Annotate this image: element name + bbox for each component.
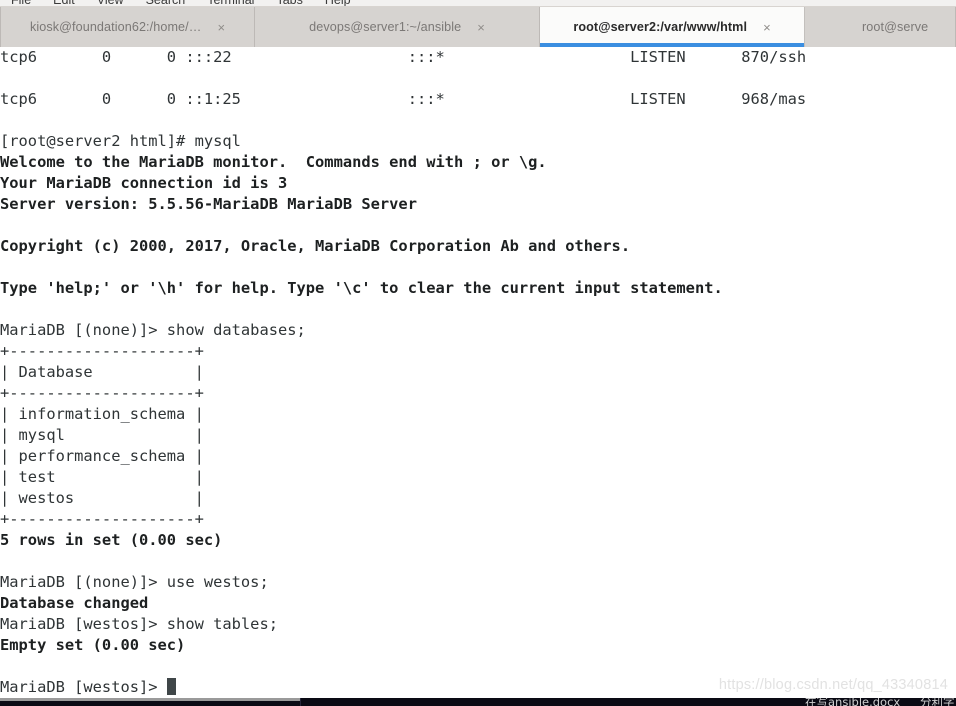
terminal-line: 5 rows in set (0.00 sec) xyxy=(0,531,223,549)
terminal-line: | Database | xyxy=(0,363,204,381)
tab-label: root@server2:/var/www/html xyxy=(573,20,748,34)
terminal-line: MariaDB [(none)]> show databases; xyxy=(0,321,306,339)
terminal-cursor xyxy=(166,678,177,695)
menu-item-terminal[interactable]: Terminal xyxy=(196,0,265,6)
terminal-line: Copyright (c) 2000, 2017, Oracle, MariaD… xyxy=(0,237,631,255)
terminal-line: | westos | xyxy=(0,489,204,507)
terminal-line: +--------------------+ xyxy=(0,342,204,360)
terminal-tab-kiosk-foundation62[interactable]: kiosk@foundation62:/home/… × xyxy=(0,7,255,47)
menu-item-view[interactable]: View xyxy=(86,0,135,6)
watermark-text: https://blog.csdn.net/qq_43340814 xyxy=(718,677,948,693)
menu-item-tabs[interactable]: Tabs xyxy=(265,0,313,6)
terminal-line: +--------------------+ xyxy=(0,384,204,402)
menu-item-edit[interactable]: Edit xyxy=(42,0,86,6)
terminal-line: tcp6 0 0 :::22 :::* LISTEN 870/ssh xyxy=(0,48,807,66)
desktop-taskbar: 在写ansible.docx 分利字 xyxy=(0,698,956,706)
menu-bar-items: File Edit View Search Terminal Tabs Help xyxy=(0,0,362,6)
tab-close-icon[interactable]: × xyxy=(217,21,225,34)
menu-item-file[interactable]: File xyxy=(0,0,42,6)
terminal-line: tcp6 0 0 ::1:25 :::* LISTEN 968/mas xyxy=(0,90,807,108)
terminal-line: Server version: 5.5.56-MariaDB MariaDB S… xyxy=(0,195,417,213)
terminal-tab-root-server-overflow[interactable]: root@serve xyxy=(805,7,956,47)
terminal-line: Your MariaDB connection id is 3 xyxy=(0,174,288,192)
taskbar-item-document[interactable]: 在写ansible.docx xyxy=(805,698,900,706)
terminal-tab-devops-server1[interactable]: devops@server1:~/ansible × xyxy=(255,7,540,47)
menu-item-help[interactable]: Help xyxy=(314,0,362,6)
terminal-screen[interactable]: tcp6 0 0 :::22 :::* LISTEN 870/sshtcp6 0… xyxy=(0,47,956,698)
terminal-line: +--------------------+ xyxy=(0,510,204,528)
terminal-line: MariaDB [westos]> show tables; xyxy=(0,615,278,633)
menu-bar: File Edit View Search Terminal Tabs Help xyxy=(0,0,956,7)
terminal-tab-root-server2-html[interactable]: root@server2:/var/www/html × xyxy=(540,7,805,47)
tab-bar: kiosk@foundation62:/home/… × devops@serv… xyxy=(0,7,956,47)
terminal-line: Empty set (0.00 sec) xyxy=(0,636,186,654)
terminal-line: | information_schema | xyxy=(0,405,204,423)
tab-label: root@serve xyxy=(862,20,929,34)
menu-item-search[interactable]: Search xyxy=(135,0,197,6)
terminal-line: | performance_schema | xyxy=(0,447,204,465)
terminal-line: Welcome to the MariaDB monitor. Commands… xyxy=(0,153,547,171)
terminal-line: | test | xyxy=(0,468,204,486)
terminal-line: Database changed xyxy=(0,594,149,612)
tab-close-icon[interactable]: × xyxy=(477,21,485,34)
terminal-line: MariaDB [(none)]> use westos; xyxy=(0,573,269,591)
terminal-line: Type 'help;' or '\h' for help. Type '\c'… xyxy=(0,279,723,297)
tab-label: kiosk@foundation62:/home/… xyxy=(29,20,202,34)
terminal-line: [root@server2 html]# mysql xyxy=(0,132,241,150)
taskbar-item-ime[interactable]: 分利字 xyxy=(920,698,955,706)
tab-label: devops@server1:~/ansible xyxy=(309,20,462,34)
terminal-line: | mysql | xyxy=(0,426,204,444)
taskbar-items: 在写ansible.docx 分利字 xyxy=(0,698,956,706)
tab-close-icon[interactable]: × xyxy=(763,21,771,34)
